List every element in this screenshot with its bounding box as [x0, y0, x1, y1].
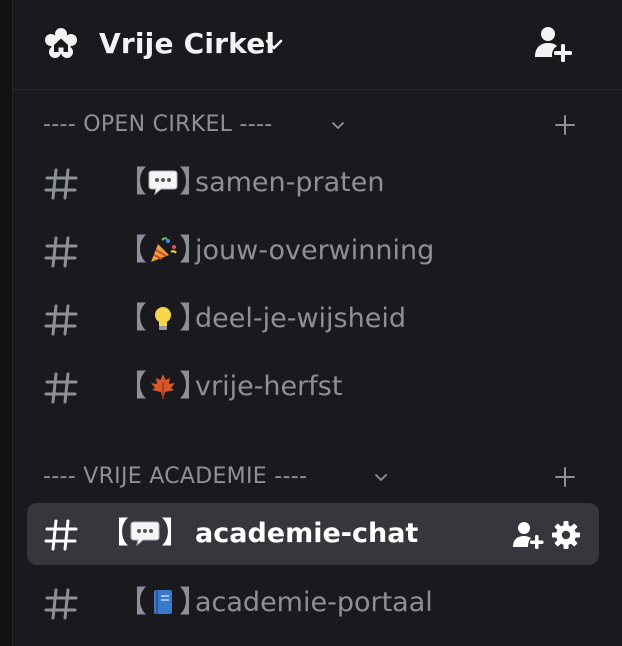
hashtag-icon: [44, 588, 78, 620]
hashtag-icon: [44, 519, 78, 551]
gear-icon[interactable]: [551, 520, 581, 550]
server-header[interactable]: Vrije Cirkel: [13, 0, 622, 90]
hashtag-icon: [44, 304, 78, 336]
hashtag-icon: [44, 236, 78, 268]
category-label[interactable]: ---- OPEN CIRKEL ----: [43, 105, 272, 145]
channel-emoji: 【 】: [99, 516, 191, 551]
party-popper-icon: [151, 237, 177, 262]
blue-book-icon: [154, 590, 172, 614]
channel-samen-praten[interactable]: 【 】 samen-praten: [27, 152, 599, 214]
channel-deel-je-wijsheid[interactable]: 【 】 deel-je-wijsheid: [27, 288, 599, 350]
server-name[interactable]: Vrije Cirkel: [99, 24, 275, 64]
chevron-down-icon[interactable]: [262, 32, 286, 56]
channel-jouw-overwinning[interactable]: 【 】 jouw-overwinning: [27, 220, 599, 282]
channel-sidebar: Vrije Cirkel ---- OPEN CIRKEL ---- 【 】 s…: [12, 0, 622, 646]
category-open-cirkel[interactable]: ---- OPEN CIRKEL ----: [13, 105, 622, 145]
channel-name[interactable]: vrije-herfst: [195, 366, 342, 408]
chevron-down-icon[interactable]: [330, 117, 346, 133]
channel-name[interactable]: samen-praten: [195, 162, 384, 204]
light-bulb-icon: [155, 307, 171, 330]
speech-bubble-icon: [130, 521, 160, 547]
add-member-icon[interactable]: [531, 22, 575, 66]
maple-leaf-icon: [151, 374, 175, 399]
add-member-icon[interactable]: [511, 520, 545, 550]
channel-name[interactable]: academie-portaal: [195, 582, 433, 624]
channel-name[interactable]: jouw-overwinning: [195, 230, 434, 272]
category-vrije-academie[interactable]: ---- VRIJE ACADEMIE ----: [13, 457, 622, 497]
channel-vrije-herfst[interactable]: 【 】 vrije-herfst: [27, 356, 599, 418]
channel-academie-chat[interactable]: 【 】 academie-chat: [27, 503, 599, 565]
speech-bubble-icon: [148, 170, 178, 196]
channel-academie-portaal[interactable]: 【 】 academie-portaal: [27, 572, 599, 634]
plus-icon[interactable]: [553, 113, 577, 137]
chevron-down-icon[interactable]: [373, 469, 389, 485]
home-flower-icon: [45, 28, 77, 58]
channel-name[interactable]: academie-chat: [195, 513, 418, 555]
category-label[interactable]: ---- VRIJE ACADEMIE ----: [43, 457, 307, 497]
channel-name[interactable]: deel-je-wijsheid: [195, 298, 406, 340]
hashtag-icon: [44, 372, 78, 404]
hashtag-icon: [44, 168, 78, 200]
plus-icon[interactable]: [553, 465, 577, 489]
